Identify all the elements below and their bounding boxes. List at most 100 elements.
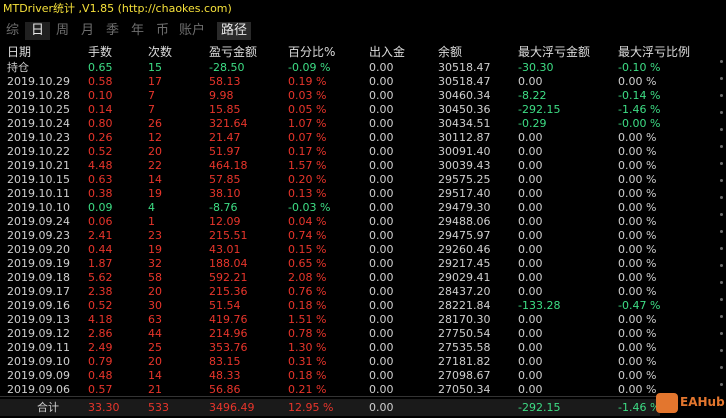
table-cell: 0.00 % [618, 75, 657, 88]
header-percent[interactable]: 百分比% [288, 45, 335, 59]
table-cell: 0.00 [518, 201, 543, 214]
table-row[interactable]: 2019.10.24 0.80 26 321.64 1.07 % 0.00 30434.51… [0, 117, 660, 130]
scrollbar-dot [720, 162, 723, 165]
table-row[interactable]: 2019.10.28 0.10 7 9.98 0.03 % 0.00 30460.34 -8.… [0, 89, 660, 102]
table-cell: 2.08 % [288, 271, 327, 284]
table-row[interactable]: 2019.09.19 1.87 32 188.04 0.65 % 0.00 29217.45… [0, 257, 660, 270]
scrollbar-dot [720, 230, 723, 233]
table-row[interactable]: 2019.09.20 0.44 19 43.01 0.15 % 0.00 29260.46 0… [0, 243, 660, 256]
table-row[interactable]: 2019.10.11 0.38 19 38.10 0.13 % 0.00 29517.40 0… [0, 187, 660, 200]
total-row: 合计 33.30 533 3496.49 12.95 % 0.00 -292.1… [0, 399, 660, 416]
table-cell: 0.00 [369, 271, 394, 284]
table-row[interactable]: 2019.09.17 2.38 20 215.36 0.76 % 0.00 28437.20… [0, 285, 660, 298]
table-cell: 2019.09.19 [7, 257, 70, 270]
table-cell: 30112.87 [438, 131, 491, 144]
table-row[interactable]: 2019.10.10 0.09 4 -8.76 -0.03 % 0.00 29479.30 0… [0, 201, 660, 214]
table-cell: 0.00 [518, 327, 543, 340]
window-title: MTDriver统计 ,V1.85 (http://chaokes.com) [3, 2, 232, 15]
tab-summary[interactable]: 综 [0, 22, 25, 40]
table-row[interactable]: 2019.09.16 0.52 30 51.54 0.18 % 0.00 28221.84 -… [0, 299, 660, 312]
table-cell: 83.15 [209, 355, 241, 368]
table-cell: 2019.09.10 [7, 355, 70, 368]
table-cell: 0.38 [88, 187, 113, 200]
table-row[interactable]: 2019.10.22 0.52 20 51.97 0.17 % 0.00 30091.40 0… [0, 145, 660, 158]
scrollbar-dot [720, 77, 723, 80]
table-cell: 28170.30 [438, 313, 491, 326]
table-row[interactable]: 2019.10.15 0.63 14 57.85 0.20 % 0.00 29575.25 0… [0, 173, 660, 186]
header-profit[interactable]: 盈亏金额 [209, 45, 257, 59]
table-row[interactable]: 2019.09.24 0.06 1 12.09 0.04 % 0.00 29488.06 0.… [0, 215, 660, 228]
tab-week[interactable]: 周 [50, 22, 75, 40]
table-cell: 419.76 [209, 313, 248, 326]
table-row[interactable]: 2019.09.13 4.18 63 419.76 1.51 % 0.00 28170.30… [0, 313, 660, 326]
table-cell: 0.80 [88, 117, 113, 130]
table-cell: 0.17 % [288, 145, 327, 158]
table-cell: -0.09 % [288, 61, 331, 74]
table-cell: 0.58 [88, 75, 113, 88]
table-row[interactable]: 2019.10.29 0.58 17 58.13 0.19 % 0.00 30518.47 0… [0, 75, 660, 88]
table-cell: 25 [148, 341, 162, 354]
table-cell: 2019.09.13 [7, 313, 70, 326]
table-cell: 0.00 [518, 369, 543, 382]
table-row[interactable]: 2019.09.11 2.49 25 353.76 1.30 % 0.00 27535.58… [0, 341, 660, 354]
table-cell: 30518.47 [438, 75, 491, 88]
table-cell: 0.31 % [288, 355, 327, 368]
total-divider [0, 396, 660, 397]
scrollbar-dot [720, 179, 723, 182]
scrollbar[interactable] [720, 60, 723, 395]
table-cell: 2019.09.20 [7, 243, 70, 256]
table-cell: 27098.67 [438, 369, 491, 382]
table-row[interactable]: 2019.09.10 0.79 20 83.15 0.31 % 0.00 27181.82 0… [0, 355, 660, 368]
table-cell: 38.10 [209, 187, 241, 200]
tab-currency[interactable]: 币 [150, 22, 175, 40]
table-row[interactable]: 2019.10.25 0.14 7 15.85 0.05 % 0.00 30450.36 -2… [0, 103, 660, 116]
table-cell: 0.00 % [618, 369, 657, 382]
table-cell: 0.06 [88, 215, 113, 228]
table-cell: 1.07 % [288, 117, 327, 130]
table-cell: 0.09 [88, 201, 113, 214]
total-lots: 33.30 [88, 401, 120, 414]
table-cell: 30 [148, 299, 162, 312]
tab-path[interactable]: 路径 [217, 22, 251, 40]
tab-month[interactable]: 月 [75, 22, 100, 40]
tab-account[interactable]: 账户 [175, 22, 209, 40]
tab-year[interactable]: 年 [125, 22, 150, 40]
table-row[interactable]: 持仓 0.65 15 -28.50 -0.09 % 0.00 30518.47 -30.30 -… [0, 61, 660, 74]
header-balance[interactable]: 余额 [438, 45, 462, 59]
header-lots[interactable]: 手数 [88, 45, 112, 59]
header-date[interactable]: 日期 [7, 45, 31, 59]
table-cell: 0.00 [518, 187, 543, 200]
table-cell: 29029.41 [438, 271, 491, 284]
table-cell: 0.00 [518, 243, 543, 256]
table-cell: 30518.47 [438, 61, 491, 74]
table-cell: 32 [148, 257, 162, 270]
table-cell: 2019.09.11 [7, 341, 70, 354]
table-row[interactable]: 2019.09.12 2.86 44 214.96 0.78 % 0.00 27750.54… [0, 327, 660, 340]
table-row[interactable]: 2019.09.23 2.41 23 215.51 0.74 % 0.00 29475.97… [0, 229, 660, 242]
header-max-floating-ratio[interactable]: 最大浮亏比例 [618, 45, 690, 59]
table-cell: 43.01 [209, 243, 241, 256]
table-cell: 0.26 [88, 131, 113, 144]
table-cell: 0.00 [369, 145, 394, 158]
table-cell: 0.76 % [288, 285, 327, 298]
table-cell: 2019.09.17 [7, 285, 70, 298]
header-max-floating-loss[interactable]: 最大浮亏金额 [518, 45, 590, 59]
table-row[interactable]: 2019.10.21 4.48 22 464.18 1.57 % 0.00 30039.43… [0, 159, 660, 172]
tab-day[interactable]: 日 [25, 22, 50, 40]
table-row[interactable]: 2019.09.18 5.62 58 592.21 2.08 % 0.00 29029.41… [0, 271, 660, 284]
table-cell: 0.00 [369, 243, 394, 256]
scrollbar-dot [720, 315, 723, 318]
header-deposit[interactable]: 出入金 [369, 45, 405, 59]
table-cell: 4.18 [88, 313, 113, 326]
scrollbar-dot [720, 349, 723, 352]
table-cell: 21 [148, 383, 162, 396]
table-row[interactable]: 2019.09.09 0.48 14 48.33 0.18 % 0.00 27098.67 0… [0, 369, 660, 382]
tab-quarter[interactable]: 季 [100, 22, 125, 40]
table-cell: 9.98 [209, 89, 234, 102]
header-trades[interactable]: 次数 [148, 45, 172, 59]
table-cell: 0.00 [369, 285, 394, 298]
table-row[interactable]: 2019.10.23 0.26 12 21.47 0.07 % 0.00 30112.87 0… [0, 131, 660, 144]
scrollbar-dot [720, 332, 723, 335]
table-row[interactable]: 2019.09.06 0.57 21 56.86 0.21 % 0.00 27050.34 0… [0, 383, 660, 396]
table-cell: 0.00 [518, 285, 543, 298]
